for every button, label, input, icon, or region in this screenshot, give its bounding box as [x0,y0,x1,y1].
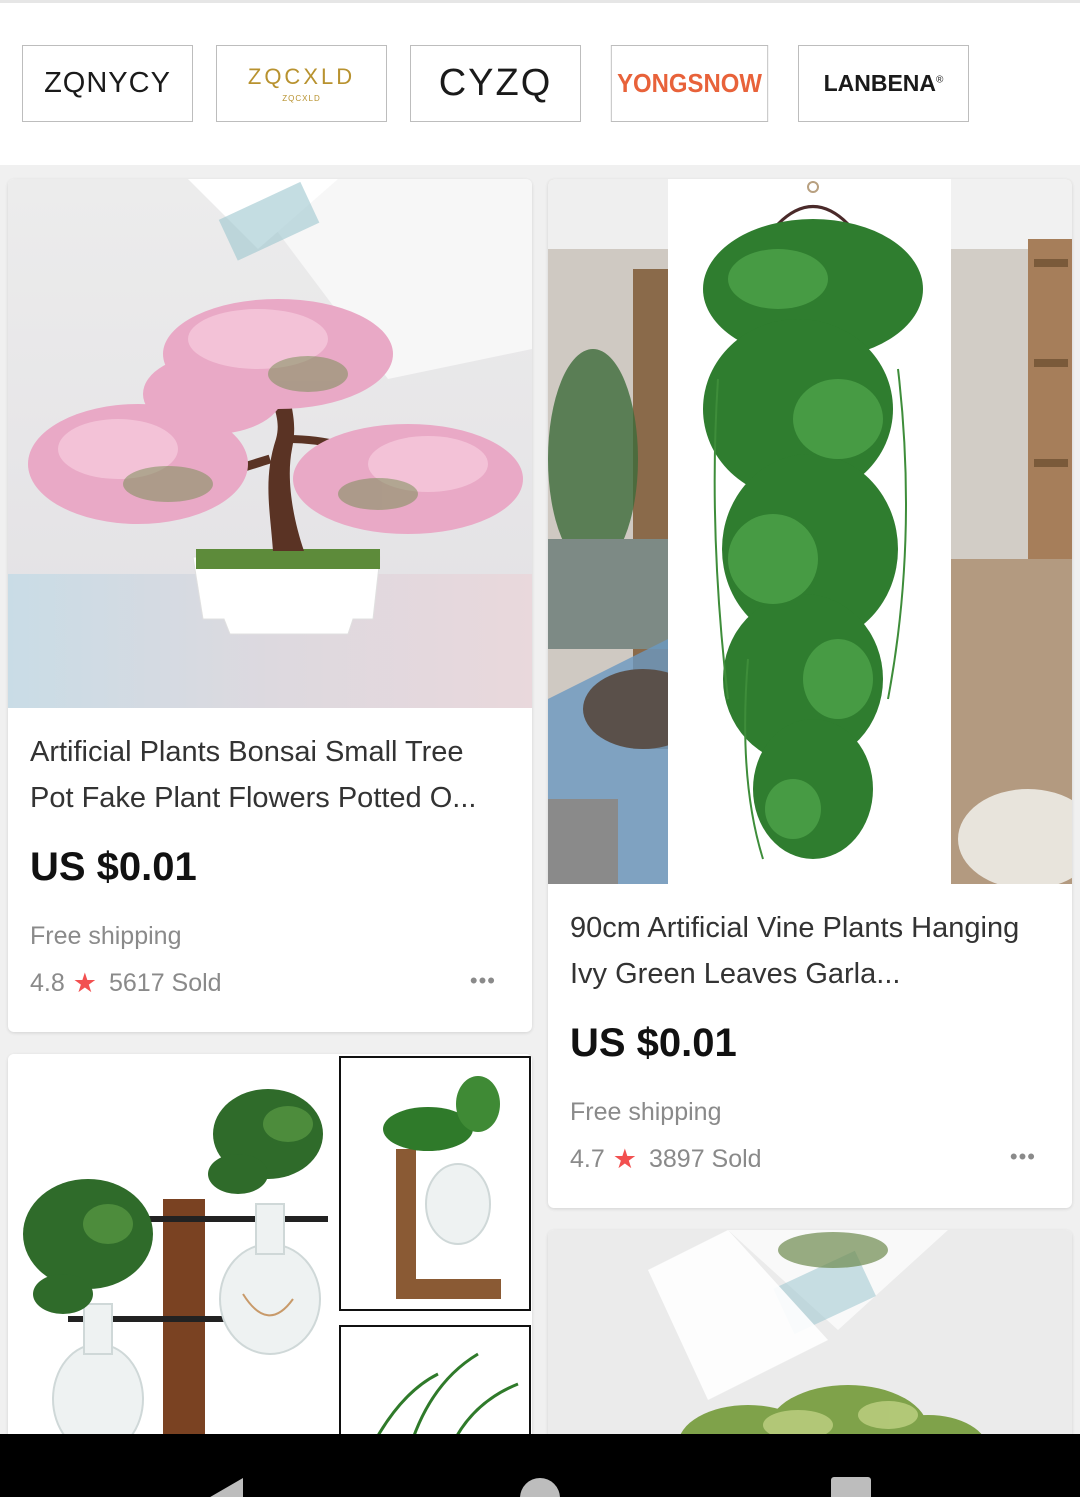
brand-strip: ZQNYCY ZQCXLD ZQCXLD CYZQ YONGSNOW LANBE… [0,0,1080,165]
brand-cyzq[interactable]: CYZQ [410,45,581,122]
system-navigation-bar [0,1434,1080,1497]
product-card[interactable]: Artificial Plants Bonsai Small Tree Pot … [8,179,532,1032]
brand-label: LANBENA® [823,70,944,96]
brand-label: ZQNYCY [44,67,171,99]
product-price: US $0.01 [570,1021,737,1065]
product-title[interactable]: Artificial Plants Bonsai Small Tree Pot … [30,729,514,821]
more-options-icon[interactable]: ••• [1010,1144,1036,1170]
product-image[interactable] [8,1054,532,1454]
star-icon: ★ [72,968,97,998]
home-icon[interactable] [520,1478,560,1497]
product-card[interactable] [8,1054,532,1454]
star-icon: ★ [612,1144,637,1174]
brand-zqnycy[interactable]: ZQNYCY [22,45,193,122]
rating-value: 4.8 [30,969,65,997]
back-icon[interactable] [205,1478,243,1497]
brand-label: ZQCXLD [247,64,356,89]
brand-label: YONGSNOW [617,68,762,98]
shipping-label: Free shipping [30,922,182,950]
rating-row: 4.7 ★ 3897 Sold [570,1144,762,1175]
shipping-label: Free shipping [570,1098,722,1126]
sold-count: 3897 Sold [648,1145,762,1173]
sold-count: 5617 Sold [108,969,222,997]
brand-sublabel: ZQCXLD [282,94,321,103]
brand-label: CYZQ [438,62,553,104]
product-image[interactable] [8,179,532,708]
rating-value: 4.7 [570,1145,605,1173]
rating-row: 4.8 ★ 5617 Sold [30,968,222,999]
brand-zqcxld[interactable]: ZQCXLD ZQCXLD [216,45,387,122]
product-image[interactable] [548,1230,1072,1460]
product-card[interactable] [548,1230,1072,1460]
product-card[interactable]: 90cm Artificial Vine Plants Hanging Ivy … [548,179,1072,1208]
brand-yongsnow[interactable]: YONGSNOW [610,45,769,122]
product-title[interactable]: 90cm Artificial Vine Plants Hanging Ivy … [570,905,1054,997]
product-price: US $0.01 [30,845,197,889]
brand-lanbena[interactable]: LANBENA® [798,45,969,122]
recent-apps-icon[interactable] [831,1477,871,1497]
product-image[interactable] [548,179,1072,884]
more-options-icon[interactable]: ••• [470,968,496,994]
